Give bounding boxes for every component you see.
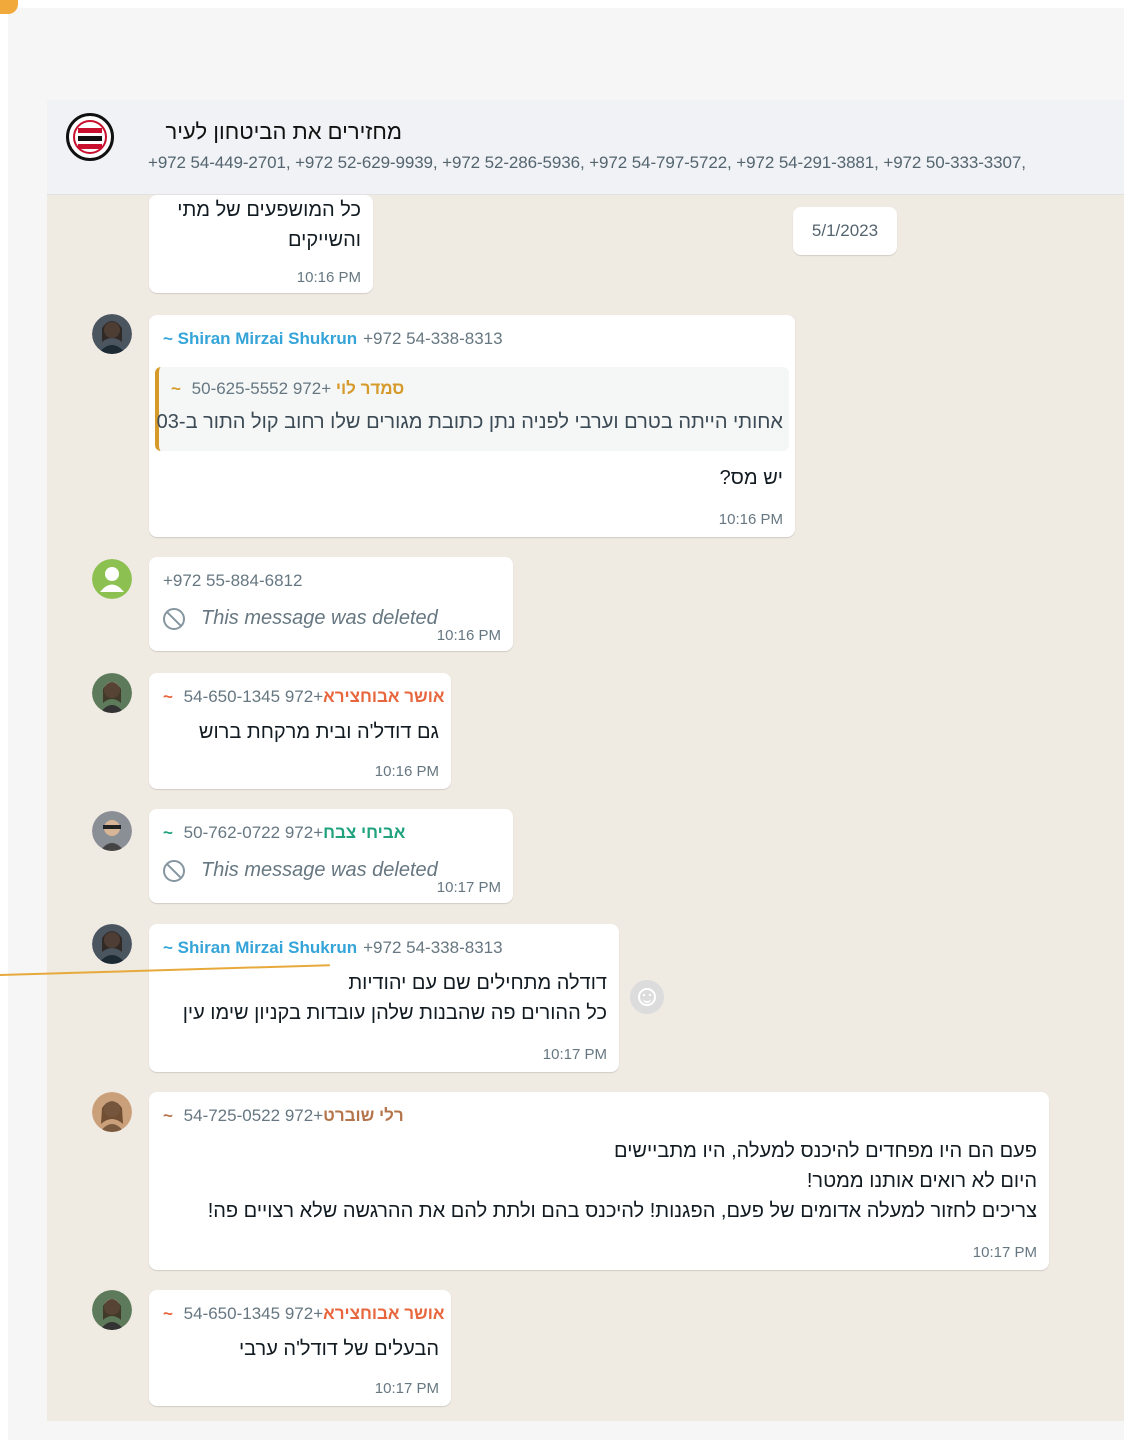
message-time: 10:16 PM (374, 763, 439, 780)
react-emoji-icon[interactable] (630, 980, 664, 1014)
date-chip: 5/1/2023 (793, 207, 897, 255)
message-text-line: דודלה מתחילים שם עם יהודיות (348, 972, 607, 994)
message-bubble[interactable]: ~ אביחי צבח+972 50-762-0722 This message… (149, 809, 513, 903)
sender-name[interactable]: ~ Shiran Mirzai Shukrun (163, 938, 357, 957)
message-text-line: כל ההורים פה שהבנות שלהן עובדות בקניון ש… (182, 1002, 607, 1024)
sender-phone: +972 54-650-1345 (183, 687, 324, 706)
sender-phone[interactable]: +972 55-884-6812 (163, 571, 302, 591)
avatar[interactable] (92, 673, 132, 713)
message-text-line: צריכים לחזור למעלה אדומים של פעם, הפגנות… (207, 1200, 1037, 1222)
deleted-message: This message was deleted (163, 607, 438, 630)
message-time: 10:17 PM (542, 1046, 607, 1063)
message-time: 10:16 PM (296, 269, 361, 286)
message-bubble[interactable]: +972 55-884-6812 This message was delete… (149, 557, 513, 651)
message-bubble[interactable]: ~ אושר אבוחצירא+972 54-650-1345 גם דודל'… (149, 673, 451, 789)
message-text-line: גם דודל'ה ובית מרקחת ברוש (198, 721, 439, 743)
message-bubble[interactable]: ~ Shiran Mirzai Shukrun +972 54-338-8313 … (149, 924, 619, 1072)
ban-icon (163, 607, 185, 630)
message-bubble[interactable]: כל המושפעים של מתי והשייקים 10:16 PM (149, 195, 373, 293)
deleted-text: This message was deleted (201, 607, 438, 629)
message-time: 10:17 PM (972, 1244, 1037, 1261)
message-time: 10:16 PM (718, 511, 783, 528)
chat-messages-pane[interactable]: 5/1/2023 כל המושפעים של מתי והשייקים 10:… (47, 195, 1124, 1421)
message-sender[interactable]: ~ Shiran Mirzai Shukrun +972 54-338-8313 (163, 329, 503, 349)
message-text-line: והשייקים (287, 229, 361, 251)
avatar[interactable] (92, 811, 132, 851)
ban-icon (163, 859, 185, 882)
deleted-message: This message was deleted (163, 859, 438, 882)
default-avatar-icon[interactable] (92, 559, 132, 599)
message-text-line: פעם הם היו מפחדים להיכנס למעלה, היו מתבי… (614, 1140, 1037, 1162)
sender-phone: +972 54-338-8313 (363, 938, 503, 957)
quoted-text: אחותי הייתה בטרם וערבי לפניה נתן כתובת מ… (156, 411, 783, 433)
quoted-sender-phone: +972 50-625-5552 (191, 379, 332, 398)
sender-phone: +972 54-338-8313 (363, 329, 503, 348)
message-time: 10:17 PM (374, 1380, 439, 1397)
sender-name[interactable]: ~ Shiran Mirzai Shukrun (163, 329, 357, 348)
message-text-line: כל המושפעים של מתי (177, 199, 361, 221)
group-members-list: +972 54-449-2701, +972 52-629-9939, +972… (148, 153, 1026, 172)
message-bubble[interactable]: ~ אושר אבוחצירא+972 54-650-1345 הבעלים ש… (149, 1290, 451, 1406)
deleted-text: This message was deleted (201, 859, 438, 881)
message-text-line: יש מס? (719, 467, 783, 489)
avatar[interactable] (92, 924, 132, 964)
message-sender[interactable]: ~ אביחי צבח+972 50-762-0722 (163, 823, 405, 843)
message-sender[interactable]: ~ אושר אבוחצירא+972 54-650-1345 (163, 687, 444, 707)
group-logo-icon[interactable] (66, 113, 114, 161)
message-time: 10:17 PM (436, 879, 501, 896)
sender-phone: +972 50-762-0722 (183, 823, 324, 842)
message-sender[interactable]: ~ רלי שוברט+972 54-725-0522 (163, 1106, 404, 1126)
group-title: מחזירים את הביטחון לעיר (165, 119, 402, 144)
message-bubble[interactable]: ~ רלי שוברט+972 54-725-0522 פעם הם היו מ… (149, 1092, 1049, 1270)
message-time: 10:16 PM (436, 627, 501, 644)
sender-phone: +972 54-650-1345 (183, 1304, 324, 1323)
quoted-message[interactable]: ~ סמדר לוי +972 50-625-5552 אחותי הייתה … (155, 367, 789, 451)
sender-phone: +972 54-725-0522 (183, 1106, 324, 1125)
message-sender[interactable]: ~ אושר אבוחצירא+972 54-650-1345 (163, 1304, 444, 1324)
avatar[interactable] (92, 314, 132, 354)
message-text-line: הבעלים של דודל'ה ערבי (238, 1338, 439, 1360)
message-bubble[interactable]: ~ Shiran Mirzai Shukrun +972 54-338-8313 … (149, 315, 795, 537)
quoted-sender: ~ סמדר לוי +972 50-625-5552 (171, 379, 404, 399)
message-sender[interactable]: ~ Shiran Mirzai Shukrun +972 54-338-8313 (163, 938, 503, 958)
chat-header[interactable]: מחזירים את הביטחון לעיר +972 54-449-2701… (47, 100, 1124, 195)
avatar[interactable] (92, 1290, 132, 1330)
avatar[interactable] (92, 1092, 132, 1132)
message-text-line: היום לא רואים אותנו ממטר! (806, 1170, 1037, 1192)
